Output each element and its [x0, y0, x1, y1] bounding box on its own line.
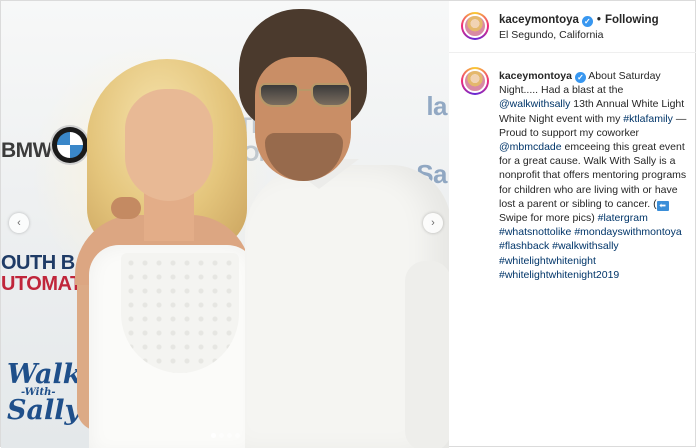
sign-automotive: UTOMAT — [1, 273, 82, 295]
username-link[interactable]: kaceymontoya — [499, 14, 579, 26]
caption-verified-badge-icon: ✓ — [574, 72, 586, 83]
header-user-line: kaceymontoya ✓ • Following — [499, 14, 659, 27]
carousel-prev-button[interactable]: ‹ — [9, 213, 29, 233]
hashtag-link[interactable]: #whitelightwhitenight2019 — [499, 269, 619, 281]
bmw-logo — [52, 127, 88, 163]
hashtag-link[interactable]: #whitelightwhitenight — [499, 255, 596, 267]
carousel-dot — [210, 433, 216, 438]
mention-walkwithsally[interactable]: @walkwithsally — [499, 98, 570, 110]
chevron-left-icon: ‹ — [17, 217, 21, 229]
sign-right-top: la — [426, 91, 447, 121]
separator-dot: • — [596, 14, 601, 26]
hashtag-link[interactable]: #latergram — [598, 212, 648, 224]
post-header: kaceymontoya ✓ • Following El Segundo, Cali… — [449, 1, 696, 53]
left-arrow-emoji-icon: ⬅ — [656, 200, 669, 211]
hashtag-ktlafamily[interactable]: #ktlafamily — [623, 113, 673, 125]
carousel-dot — [218, 433, 224, 438]
mention-mbmcdade[interactable]: @mbmcdade — [499, 141, 562, 153]
hashtag-link[interactable]: #flashback — [499, 240, 549, 252]
carousel-dot — [226, 433, 232, 438]
man-arm — [405, 261, 449, 448]
man-hand-on-shoulder — [111, 197, 141, 219]
carousel-dot — [234, 433, 240, 438]
chevron-right-icon: › — [431, 217, 435, 229]
avatar[interactable] — [461, 12, 489, 40]
carousel-next-button[interactable]: › — [423, 213, 443, 233]
following-button[interactable]: Following — [605, 14, 659, 26]
hashtag-link[interactable]: #mondayswithmontoya — [574, 226, 681, 238]
woman-face — [125, 89, 213, 201]
instagram-post: BMW UTH AUTOMAT OUTH B UTOMAT Walk -With… — [0, 0, 696, 448]
aviator-sunglasses — [259, 83, 353, 109]
carousel-indicator — [1, 433, 449, 438]
post-photo[interactable]: BMW UTH AUTOMAT OUTH B UTOMAT Walk -With… — [1, 1, 449, 448]
location-link[interactable]: El Segundo, California — [499, 29, 603, 41]
dress-lace-bodice — [121, 253, 239, 373]
sign-bmw-text: BMW — [1, 139, 52, 162]
post-sidebar: kaceymontoya ✓ • Following El Segundo, Cali… — [449, 1, 696, 448]
sign-south-bay: OUTH B — [1, 252, 75, 274]
verified-badge-icon: ✓ — [581, 16, 593, 27]
hashtag-link[interactable]: #walkwithsally — [552, 240, 619, 252]
walk-with-sally-logo: Walk -With- Sally — [7, 359, 82, 426]
hashtag-link[interactable]: #whatsnottolike — [499, 226, 571, 238]
caption-username-link[interactable]: kaceymontoya — [499, 70, 572, 82]
caption-avatar[interactable] — [461, 67, 489, 95]
caption-text: kaceymontoya ✓ About Saturday Night..... … — [499, 70, 687, 281]
